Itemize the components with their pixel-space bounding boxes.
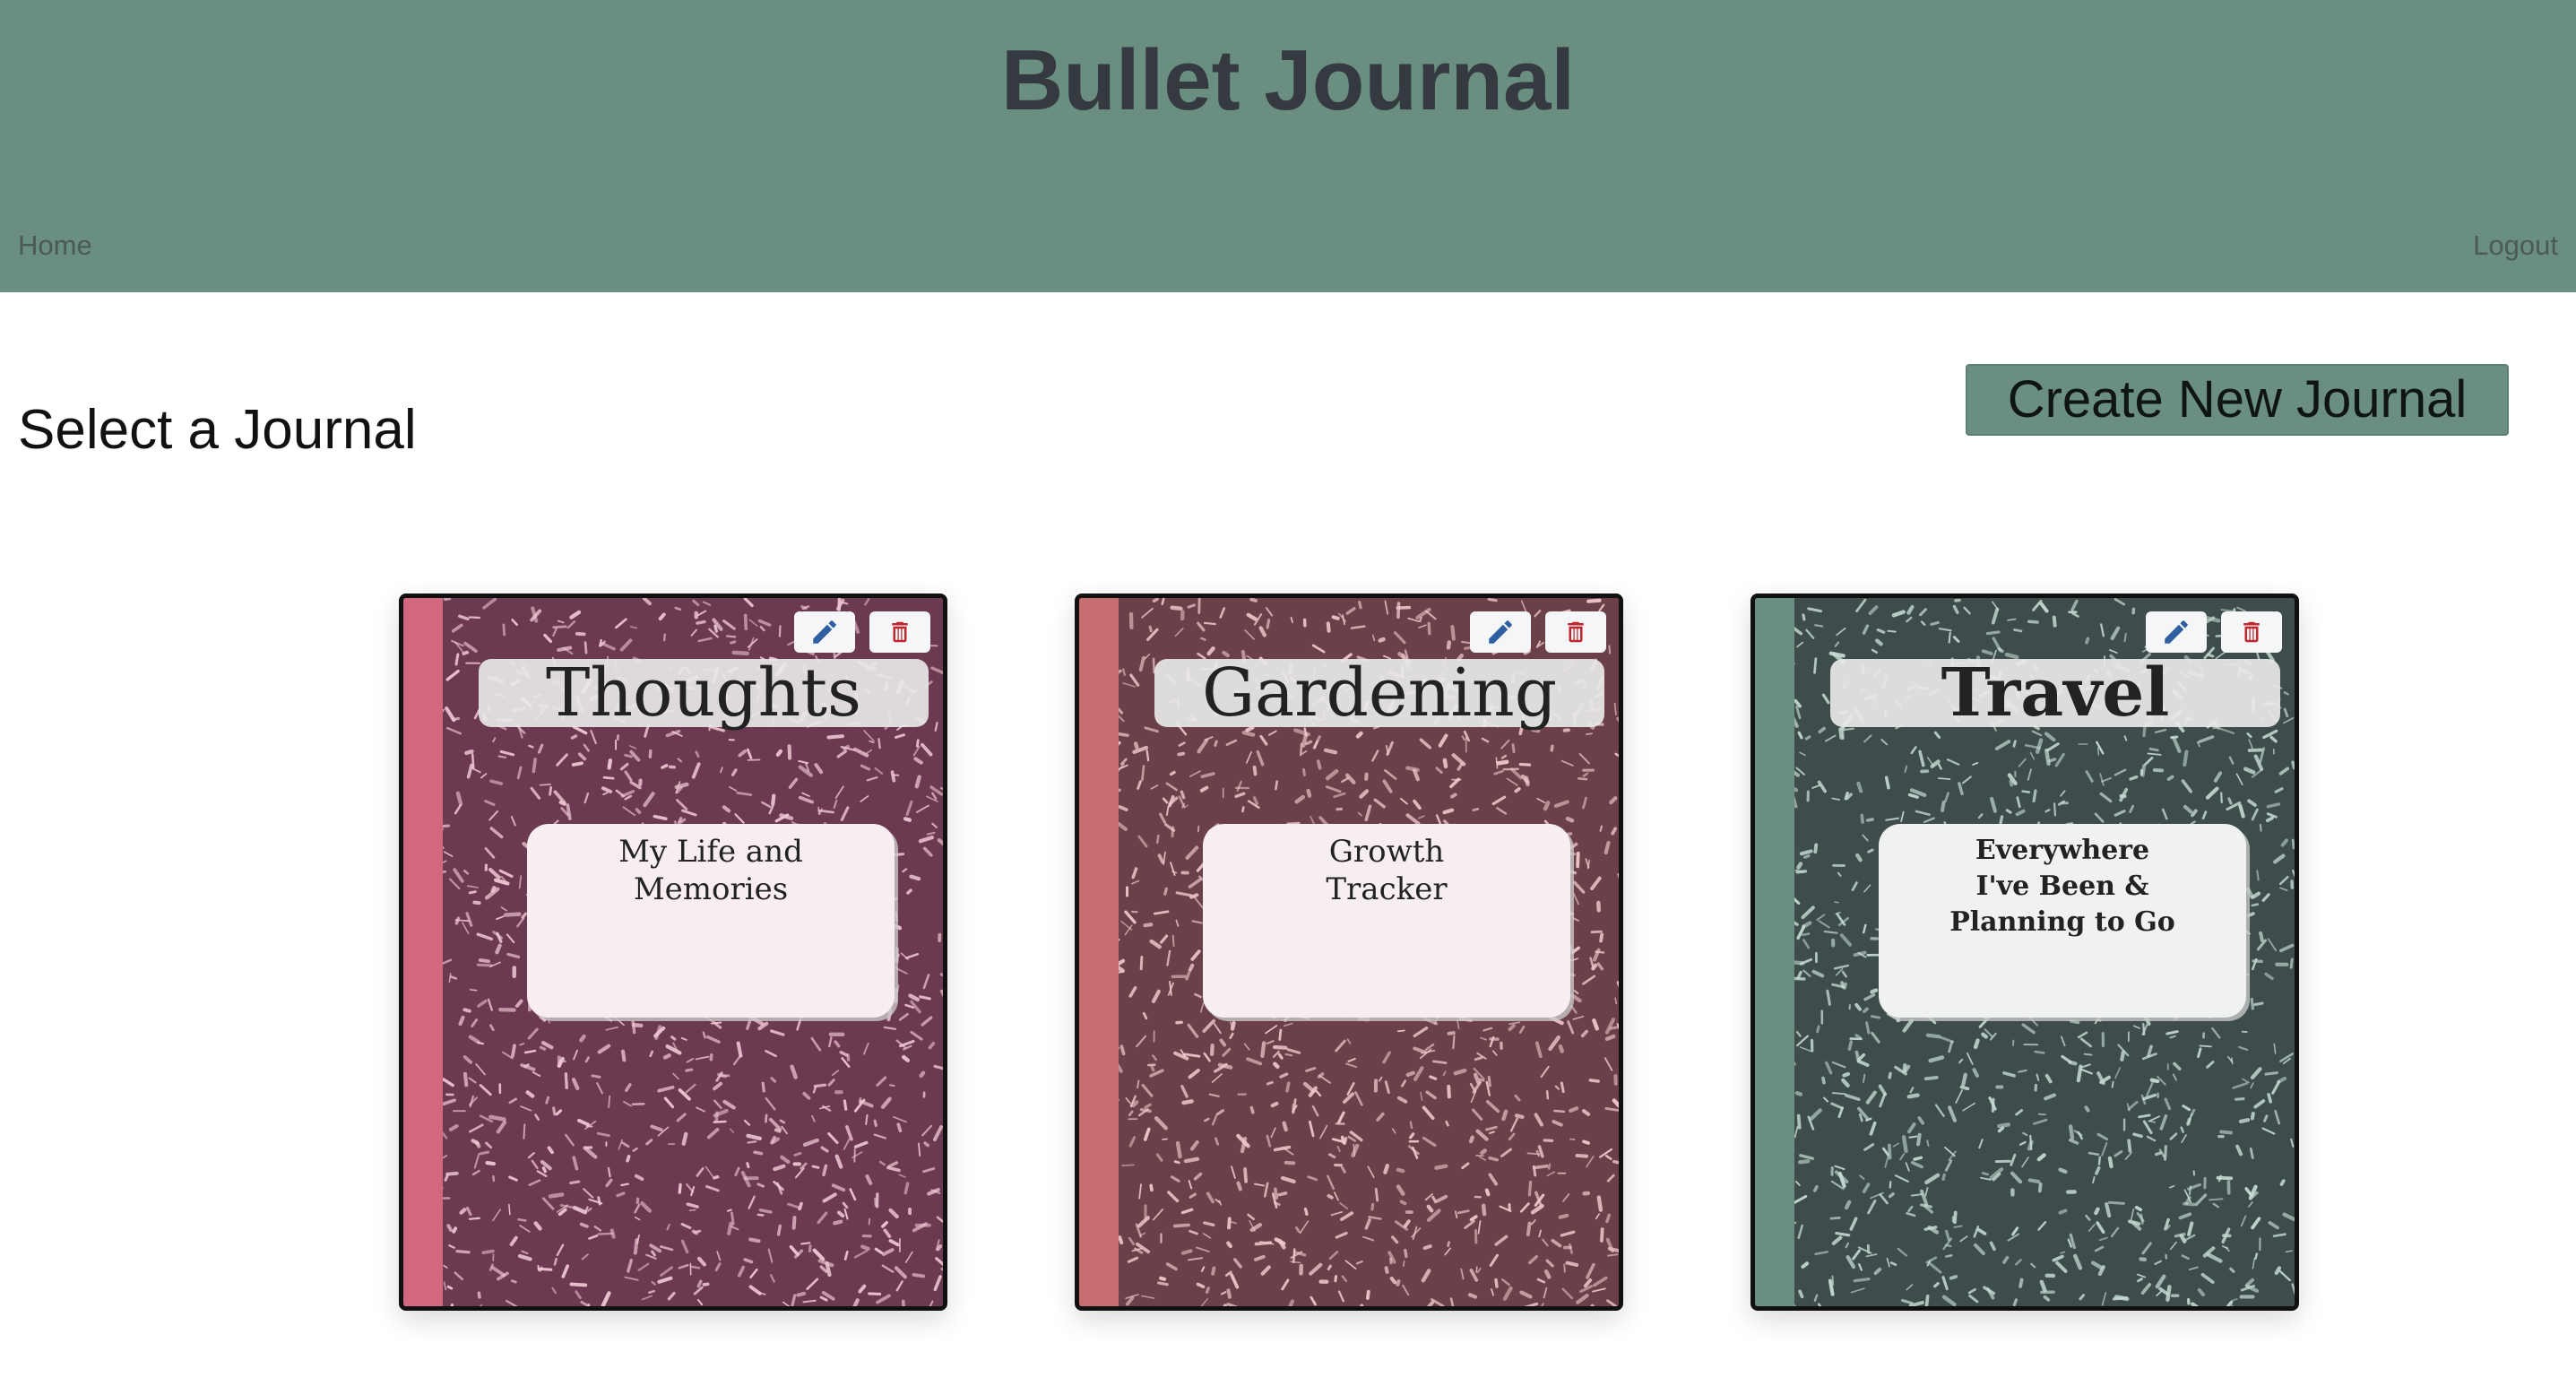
journal-spine — [1755, 598, 1794, 1306]
edit-journal-button[interactable] — [794, 611, 855, 653]
journal-card-thoughts[interactable]: Thoughts My Life and Memories — [399, 594, 947, 1311]
edit-journal-button[interactable] — [1470, 611, 1531, 653]
page-heading: Select a Journal — [18, 399, 417, 461]
journal-card-gardening[interactable]: Gardening Growth Tracker — [1075, 594, 1623, 1311]
trash-icon — [1568, 621, 1584, 643]
description-line: Everywhere — [1975, 835, 2150, 866]
journal-spine — [403, 598, 443, 1306]
journal-title: Gardening — [1154, 659, 1604, 727]
delete-journal-button[interactable] — [869, 611, 930, 653]
description-line: Tracker — [1326, 871, 1448, 907]
app-title: Bullet Journal — [1000, 32, 1576, 128]
app-header: Bullet Journal Home Logout — [0, 0, 2576, 292]
trash-icon — [2243, 621, 2260, 643]
create-new-journal-button[interactable]: Create New Journal — [1966, 364, 2509, 436]
pencil-icon — [813, 620, 836, 644]
journal-spine — [1079, 598, 1119, 1306]
description-line: Growth — [1328, 834, 1445, 870]
journal-description: Growth Tracker — [1203, 824, 1570, 1018]
description-line: My Life and — [618, 834, 803, 870]
description-line: Memories — [633, 871, 789, 907]
journal-card-travel[interactable]: Travel Everywhere I've Been & Planning t… — [1750, 594, 2299, 1311]
delete-journal-button[interactable] — [1545, 611, 1606, 653]
delete-journal-button[interactable] — [2221, 611, 2282, 653]
journal-title: Travel — [1830, 659, 2280, 727]
journal-title: Thoughts — [479, 659, 929, 727]
pencil-icon — [1489, 620, 1512, 644]
pencil-icon — [2165, 620, 2188, 644]
description-line: Planning to Go — [1949, 906, 2175, 938]
trash-icon — [892, 621, 908, 643]
description-line: I've Been & — [1975, 871, 2149, 902]
journal-description: My Life and Memories — [527, 824, 895, 1018]
nav-logout-link[interactable]: Logout — [2473, 228, 2558, 264]
edit-journal-button[interactable] — [2146, 611, 2207, 653]
journal-description: Everywhere I've Been & Planning to Go — [1879, 824, 2246, 1018]
nav-home-link[interactable]: Home — [18, 228, 92, 264]
